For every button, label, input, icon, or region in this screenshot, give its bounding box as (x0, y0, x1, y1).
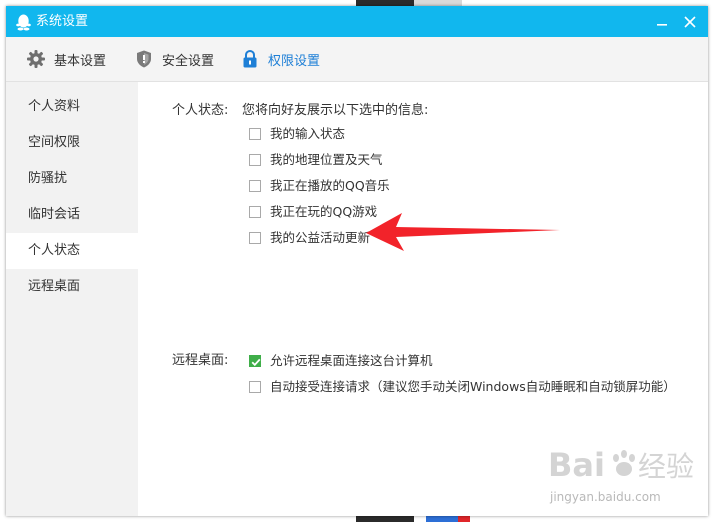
checkbox[interactable] (249, 128, 261, 140)
watermark-url: jingyan.baidu.com (550, 490, 661, 504)
tab-security-settings[interactable]: 安全设置 (134, 37, 214, 81)
checkbox-label: 我的公益活动更新 (270, 230, 371, 245)
sidebar-item-personal-status[interactable]: 个人状态 (6, 233, 138, 269)
checkbox[interactable] (249, 154, 261, 166)
title-bar[interactable]: 系统设置 (6, 6, 708, 37)
lock-icon (243, 49, 257, 68)
sidebar-item-remote-desktop[interactable]: 远程桌面 (6, 269, 138, 305)
checkbox[interactable] (249, 355, 261, 367)
checkbox[interactable] (249, 232, 261, 244)
checkbox-qq-music[interactable]: 我正在播放的QQ音乐 (249, 177, 390, 195)
sidebar: 个人资料 空间权限 防骚扰 临时会话 个人状态 远程桌面 (6, 82, 138, 516)
checkbox-label: 我正在玩的QQ游戏 (270, 204, 378, 219)
baidu-watermark-logo: Bai 经验 (548, 446, 694, 484)
personal-status-label: 个人状态: (172, 103, 229, 118)
shield-icon (137, 50, 151, 68)
tab-basic-settings[interactable]: 基本设置 (26, 37, 106, 81)
tab-label: 基本设置 (54, 53, 107, 69)
checkbox[interactable] (249, 206, 261, 218)
checkbox-label: 允许远程桌面连接这台计算机 (270, 353, 433, 368)
sidebar-item-anti-harassment[interactable]: 防骚扰 (6, 161, 138, 197)
checkbox-label: 自动接受连接请求（建议您手动关闭Windows自动睡眠和自动锁屏功能） (270, 379, 676, 394)
tab-label: 安全设置 (162, 53, 215, 69)
checkbox-label: 我正在播放的QQ音乐 (270, 178, 390, 193)
checkbox-label: 我的输入状态 (270, 126, 346, 141)
checkbox[interactable] (249, 381, 261, 393)
annotation-arrow-icon (366, 213, 560, 251)
sidebar-item-temp-session[interactable]: 临时会话 (6, 197, 138, 233)
checkbox-allow-remote-desktop[interactable]: 允许远程桌面连接这台计算机 (249, 352, 433, 370)
minimize-icon (657, 24, 667, 26)
qq-penguin-icon (16, 14, 31, 31)
minimize-button[interactable] (651, 11, 673, 33)
checkbox-input-status[interactable]: 我的输入状态 (249, 125, 345, 143)
background-window-strip (356, 516, 414, 522)
checkbox-charity-updates[interactable]: 我的公益活动更新 (249, 229, 370, 247)
close-icon (684, 16, 696, 28)
window-title: 系统设置 (36, 14, 89, 29)
checkbox-location-weather[interactable]: 我的地理位置及天气 (249, 151, 383, 169)
svg-text:Bai: Bai (548, 446, 605, 484)
gear-icon (27, 50, 45, 68)
personal-status-description: 您将向好友展示以下选中的信息: (242, 103, 429, 118)
sidebar-item-profile[interactable]: 个人资料 (6, 89, 138, 125)
tab-permission-settings[interactable]: 权限设置 (240, 37, 320, 81)
remote-desktop-label: 远程桌面: (172, 353, 229, 368)
checkmark-icon (251, 358, 261, 367)
checkbox-auto-accept-connection[interactable]: 自动接受连接请求（建议您手动关闭Windows自动睡眠和自动锁屏功能） (249, 378, 676, 396)
svg-text:经验: 经验 (638, 450, 694, 483)
close-button[interactable] (679, 11, 701, 33)
checkbox-label: 我的地理位置及天气 (270, 152, 383, 167)
checkbox-qq-game[interactable]: 我正在玩的QQ游戏 (249, 203, 377, 221)
background-window-strip (458, 516, 470, 522)
settings-tab-bar: 基本设置 安全设置 权限设置 (6, 37, 708, 82)
checkbox[interactable] (249, 180, 261, 192)
sidebar-item-space-permissions[interactable]: 空间权限 (6, 125, 138, 161)
tab-label: 权限设置 (268, 53, 321, 69)
